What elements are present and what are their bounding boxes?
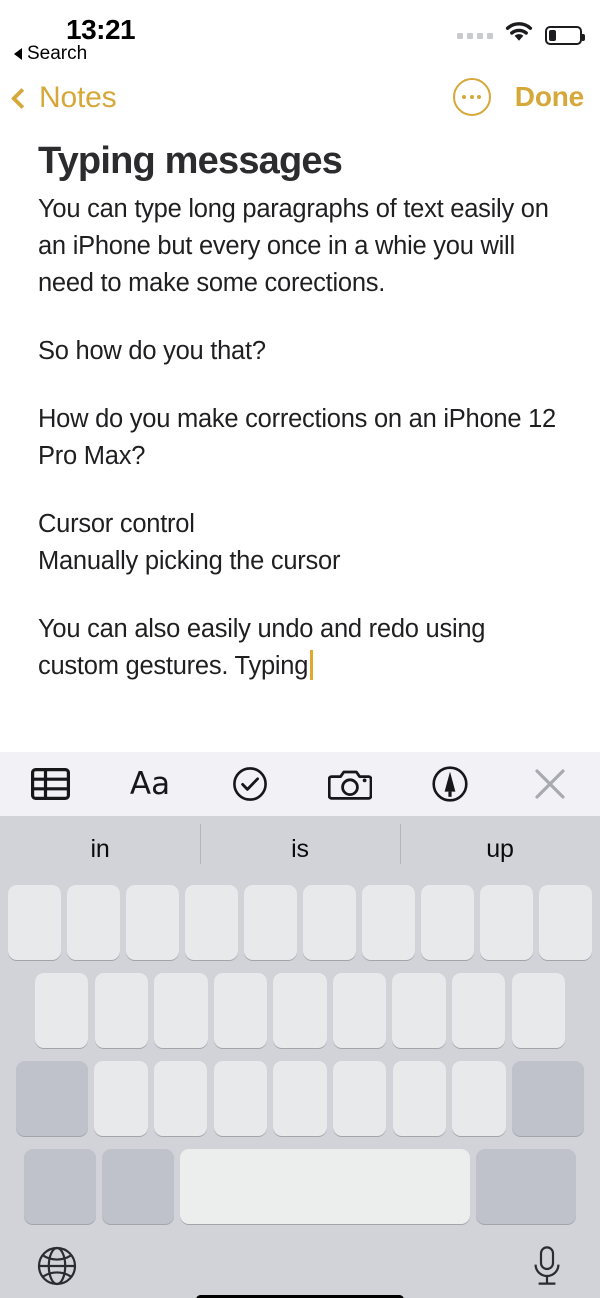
- nav-right-actions: Done: [452, 78, 584, 116]
- microphone-icon: [530, 1246, 564, 1293]
- dictation-button[interactable]: [530, 1245, 564, 1294]
- keyboard-key[interactable]: [244, 885, 297, 960]
- markup-pen-icon: [431, 765, 469, 803]
- keyboard-row-1: [0, 885, 600, 960]
- keyboard-key[interactable]: [511, 973, 565, 1048]
- keyboard-key[interactable]: [273, 1061, 327, 1136]
- on-screen-keyboard: in is up: [0, 816, 600, 1298]
- note-format-toolbar: Aa: [0, 752, 600, 816]
- note-paragraph: How do you make corrections on an iPhone…: [38, 405, 563, 471]
- table-button[interactable]: [0, 752, 100, 816]
- keyboard-key[interactable]: [303, 885, 356, 960]
- globe-button[interactable]: [36, 1245, 78, 1292]
- globe-icon: [36, 1246, 78, 1291]
- space-key[interactable]: [180, 1149, 471, 1224]
- keyboard-key[interactable]: [94, 973, 148, 1048]
- back-to-notes-button[interactable]: Notes: [10, 81, 117, 115]
- keyboard-row-3: [0, 1061, 600, 1136]
- text-format-icon: Aa: [129, 766, 171, 802]
- keyboard-key[interactable]: [421, 885, 474, 960]
- emoji-key[interactable]: [101, 1149, 174, 1224]
- keyboard-key[interactable]: [539, 885, 592, 960]
- status-time: 13:21: [66, 14, 136, 45]
- text-format-button[interactable]: Aa: [100, 752, 200, 816]
- keyboard-key[interactable]: [185, 885, 238, 960]
- iphone-screen: 13:21 Search Notes Done Typing messages …: [0, 0, 600, 1298]
- status-bar: 13:21 Search: [0, 0, 600, 70]
- checklist-icon: [232, 766, 268, 802]
- suggestion-item[interactable]: is: [200, 823, 400, 864]
- cellular-signal-icon: [457, 32, 493, 39]
- keyboard-key[interactable]: [362, 885, 415, 960]
- checklist-button[interactable]: [200, 752, 300, 816]
- keyboard-key[interactable]: [452, 973, 506, 1048]
- keyboard-key[interactable]: [480, 885, 533, 960]
- keyboard-key[interactable]: [332, 973, 387, 1048]
- keyboard-key[interactable]: [452, 1061, 506, 1136]
- keyboard-bottom-bar: [0, 1237, 600, 1298]
- status-back-label: Search: [27, 43, 88, 64]
- keyboard-row-4: [0, 1149, 600, 1224]
- note-paragraph: So how do you that?: [38, 337, 266, 366]
- keyboard-key[interactable]: [392, 1061, 447, 1136]
- delete-key[interactable]: [512, 1061, 584, 1136]
- keyboard-key[interactable]: [94, 1061, 148, 1136]
- predictive-text-bar: in is up: [0, 816, 600, 882]
- note-paragraph-with-caret: You can also easily undo and redo using …: [38, 611, 562, 685]
- navigation-bar: Notes Done: [0, 70, 600, 132]
- numbers-key[interactable]: [23, 1149, 96, 1224]
- table-icon: [30, 768, 70, 800]
- keyboard-key[interactable]: [35, 973, 89, 1048]
- keyboard-key[interactable]: [153, 1061, 208, 1136]
- chevron-left-icon: [10, 87, 33, 109]
- keyboard-key[interactable]: [392, 973, 446, 1048]
- wifi-icon: [504, 22, 534, 49]
- note-paragraph: You can type long paragraphs of text eas…: [38, 195, 556, 298]
- keyboard-key[interactable]: [273, 973, 327, 1048]
- status-indicators: [457, 22, 585, 49]
- return-key[interactable]: [476, 1149, 577, 1224]
- back-triangle-icon: [14, 48, 22, 60]
- keyboard-row-2: [0, 973, 600, 1048]
- back-button-label: Notes: [39, 81, 117, 114]
- camera-button[interactable]: [300, 752, 400, 816]
- camera-icon: [328, 767, 372, 801]
- note-paragraph: Cursor control Manually picking the curs…: [38, 510, 341, 576]
- done-button[interactable]: Done: [515, 81, 584, 113]
- close-icon: [532, 766, 568, 802]
- keyboard-key[interactable]: [332, 1061, 387, 1136]
- keyboard-key[interactable]: [154, 973, 208, 1048]
- keyboard-key[interactable]: [213, 973, 268, 1048]
- shift-key[interactable]: [16, 1061, 88, 1136]
- note-editor[interactable]: Typing messages You can type long paragr…: [0, 132, 600, 752]
- keyboard-key[interactable]: [213, 1061, 268, 1136]
- text-cursor-caret: [310, 650, 314, 681]
- battery-icon: [545, 26, 585, 45]
- markup-button[interactable]: [400, 752, 500, 816]
- more-options-button[interactable]: [452, 78, 491, 116]
- note-title: Typing messages: [38, 140, 343, 182]
- keyboard-key[interactable]: [8, 885, 61, 960]
- keyboard-key[interactable]: [126, 885, 179, 960]
- close-keyboard-button[interactable]: [500, 752, 600, 816]
- keyboard-key[interactable]: [67, 885, 120, 960]
- suggestion-item[interactable]: up: [400, 823, 600, 864]
- status-back-to-search[interactable]: Search: [14, 43, 87, 65]
- note-paragraph-text: You can also easily undo and redo using …: [38, 615, 493, 681]
- suggestion-item[interactable]: in: [0, 835, 200, 864]
